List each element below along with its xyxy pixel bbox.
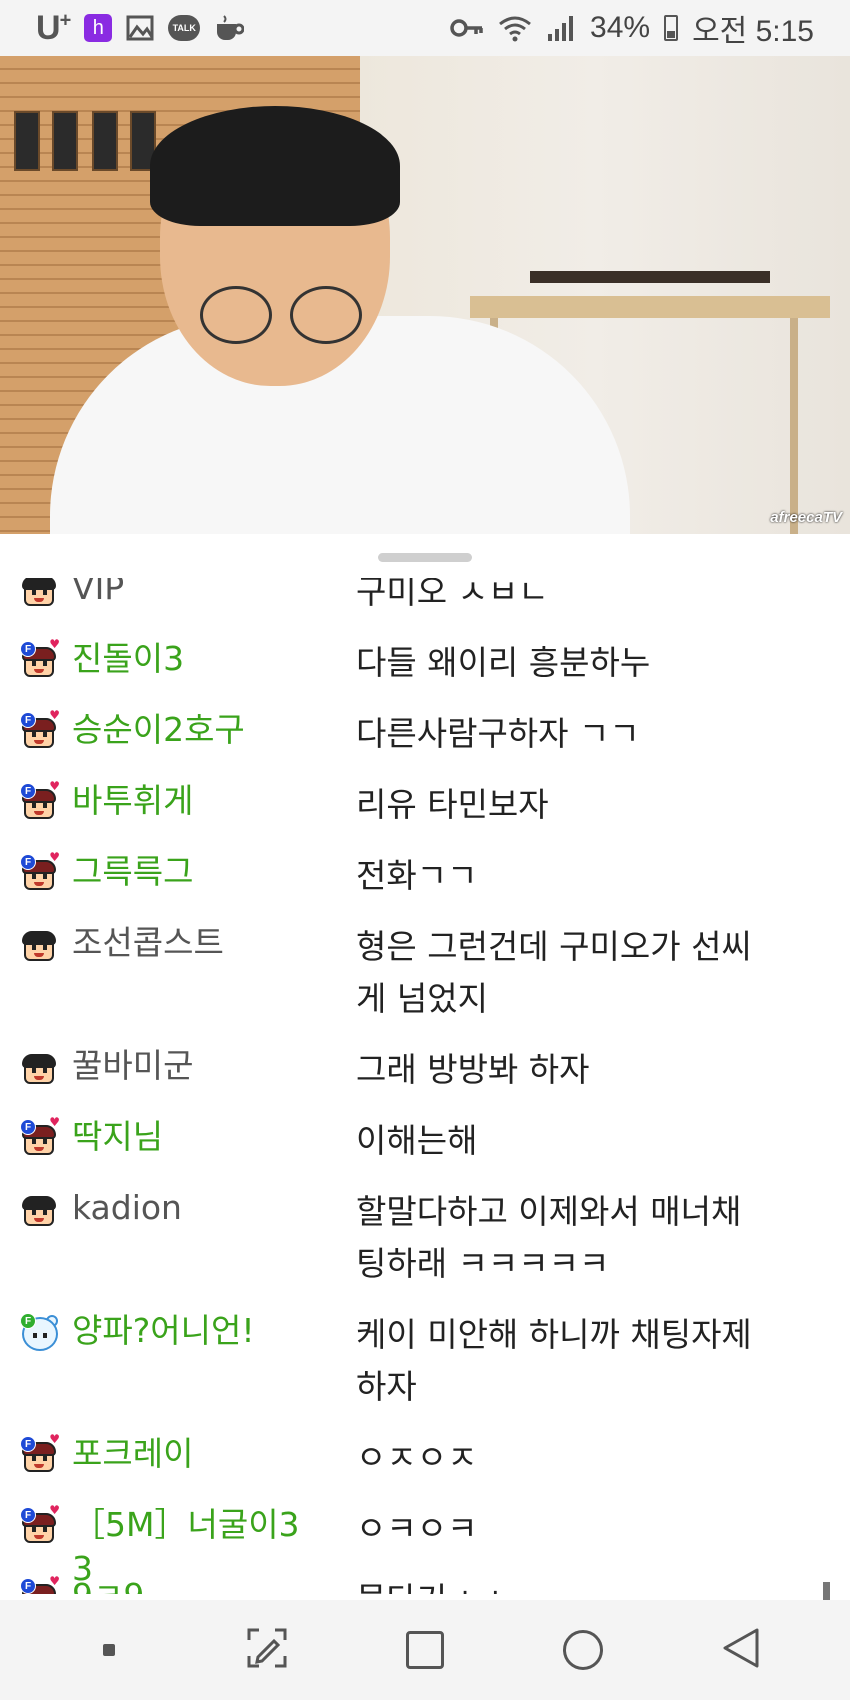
chat-nickname[interactable]: kadion — [72, 1186, 312, 1230]
square-icon — [406, 1631, 444, 1669]
chat-message[interactable]: F ♥ 그륵륵그 전화ㄱㄱ — [0, 844, 850, 915]
clock: 오전 5:15 — [692, 15, 814, 48]
chat-text: 다들 왜이리 흥분하누 — [356, 643, 651, 682]
user-avatar[interactable] — [20, 578, 58, 608]
chat-text: 구미오 ㅅㅂㄴ — [356, 578, 549, 611]
carrier-label: U+ — [36, 8, 71, 47]
fan-avatar[interactable]: F ♥ — [20, 779, 60, 821]
streamer-hair — [150, 106, 400, 226]
fan-avatar[interactable]: F ♥ — [20, 1115, 60, 1157]
chat-nickname[interactable]: 조선콥스트 — [72, 921, 312, 965]
signal-icon — [546, 14, 576, 42]
chat-nickname[interactable]: 9ㅋ9 — [72, 1574, 312, 1594]
chat-panel[interactable]: VIP 구미오 ㅅㅂㄴ F ♥ 진돌이3 다들 왜이리 흥분하누 F ♥ 승순이2호구 다른사람구… — [0, 578, 850, 1594]
gallery-icon — [126, 15, 154, 41]
desk-leg — [790, 318, 798, 534]
chat-message[interactable]: F ♥ ［5M］너굴이33 ㅇㅋㅇㅋ — [0, 1497, 850, 1588]
chat-nickname[interactable]: 딱지님 — [72, 1115, 312, 1159]
wifi-icon — [498, 14, 532, 42]
chat-message[interactable]: F ♥ 승순이2호구 다른사람구하자 ㄱㄱ — [0, 702, 850, 773]
key-icon — [450, 17, 484, 39]
edit-screenshot-icon — [245, 1626, 289, 1674]
chat-message[interactable]: F ♥ 바투휘게 리유 타민보자 — [0, 773, 850, 844]
wall-frame — [14, 111, 40, 171]
navigation-bar — [0, 1600, 850, 1700]
afreecatv-watermark: afreecaTV — [770, 509, 842, 526]
chat-nickname[interactable]: 승순이2호구 — [72, 708, 312, 752]
chat-text: 리유 타민보자 — [356, 785, 549, 824]
chat-message[interactable]: VIP 구미오 ㅅㅂㄴ — [0, 578, 850, 631]
chat-message[interactable]: F 양파?어니언! 케이 미안해 하니까 채팅자제하자 — [0, 1303, 850, 1426]
chat-nickname[interactable]: 양파?어니언! — [72, 1309, 312, 1353]
drag-handle[interactable] — [378, 553, 472, 562]
overview-button[interactable] — [395, 1620, 455, 1680]
chat-text: 물타기 ㄴㄴ — [356, 1574, 756, 1594]
chat-text: 그래 방방봐 하자 — [356, 1050, 590, 1089]
glasses — [200, 286, 272, 344]
chat-nickname[interactable]: 포크레이 — [72, 1432, 312, 1476]
talk-icon: TALK — [168, 15, 201, 41]
fan-avatar[interactable]: F ♥ — [20, 850, 60, 892]
chat-text: ㅇㅈㅇㅈ — [356, 1438, 478, 1477]
scrollbar-thumb[interactable] — [823, 1582, 830, 1600]
fan-avatar[interactable]: F ♥ — [20, 1503, 60, 1545]
chat-text: ㅇㅋㅇㅋ — [356, 1509, 478, 1548]
home-button[interactable] — [553, 1620, 613, 1680]
fan-avatar[interactable]: F ♥ — [20, 1432, 60, 1474]
chat-text: 형은 그런건데 구미오가 선씨게 넘었지 — [356, 927, 752, 1018]
chat-message[interactable]: 꿀바미군 그래 방방봐 하자 — [0, 1038, 850, 1109]
recents-dot-button[interactable] — [79, 1620, 139, 1680]
back-triangle-icon — [721, 1626, 761, 1674]
wall-frame — [52, 111, 78, 171]
edit-screenshot-button[interactable] — [237, 1620, 297, 1680]
chat-text: 다른사람구하자 ㄱㄱ — [356, 714, 640, 753]
chat-text: 할말다하고 이제와서 매너채팅하래 ㅋㅋㅋㅋㅋ — [356, 1192, 742, 1283]
chat-nickname[interactable]: 그륵륵그 — [72, 850, 312, 894]
home-circle-icon — [563, 1630, 603, 1670]
battery-icon — [664, 15, 679, 41]
chat-nickname[interactable]: 진돌이3 — [72, 637, 312, 681]
chat-message[interactable]: F♥ 9ㅋ9 물타기 ㄴㄴ — [0, 1568, 850, 1594]
chat-message[interactable]: kadion 할말다하고 이제와서 매너채팅하래 ㅋㅋㅋㅋㅋ — [0, 1180, 850, 1303]
user-avatar[interactable] — [20, 1048, 58, 1086]
fan-avatar[interactable]: F ♥ — [20, 1574, 60, 1594]
app-h-icon: h — [84, 14, 113, 42]
user-avatar[interactable] — [20, 1190, 58, 1228]
chat-message[interactable]: 조선콥스트 형은 그런건데 구미오가 선씨게 넘었지 — [0, 915, 850, 1038]
glasses — [290, 286, 362, 344]
chat-nickname[interactable]: 꿀바미군 — [72, 1044, 312, 1088]
chat-nickname[interactable]: 바투휘게 — [72, 779, 312, 823]
chat-message[interactable]: F ♥ 진돌이3 다들 왜이리 흥분하누 — [0, 631, 850, 702]
fan-avatar[interactable]: F ♥ — [20, 708, 60, 750]
back-button[interactable] — [711, 1620, 771, 1680]
live-video-player[interactable]: afreecaTV — [0, 56, 850, 534]
chat-message[interactable]: F ♥ 포크레이 ㅇㅈㅇㅈ — [0, 1426, 850, 1497]
user-avatar[interactable] — [20, 925, 58, 963]
status-bar: U+ h TALK 34% 오전 5:15 — [0, 0, 850, 56]
chat-message[interactable]: F ♥ 딱지님 이해는해 — [0, 1109, 850, 1180]
chat-text: 케이 미안해 하니까 채팅자제하자 — [356, 1315, 752, 1406]
coffee-icon — [214, 14, 245, 42]
chat-text: 전화ㄱㄱ — [356, 856, 478, 895]
fan-avatar[interactable]: F ♥ — [20, 637, 60, 679]
wall-frame — [92, 111, 118, 171]
bear-avatar[interactable]: F — [20, 1313, 58, 1351]
shelf — [530, 271, 770, 283]
chat-text: 이해는해 — [356, 1121, 478, 1160]
battery-percent: 34% — [590, 11, 651, 44]
chat-nickname[interactable]: VIP — [72, 578, 312, 610]
desk — [470, 296, 830, 318]
chat-list: VIP 구미오 ㅅㅂㄴ F ♥ 진돌이3 다들 왜이리 흥분하누 F ♥ 승순이2호구 다른사람구… — [0, 578, 850, 1594]
